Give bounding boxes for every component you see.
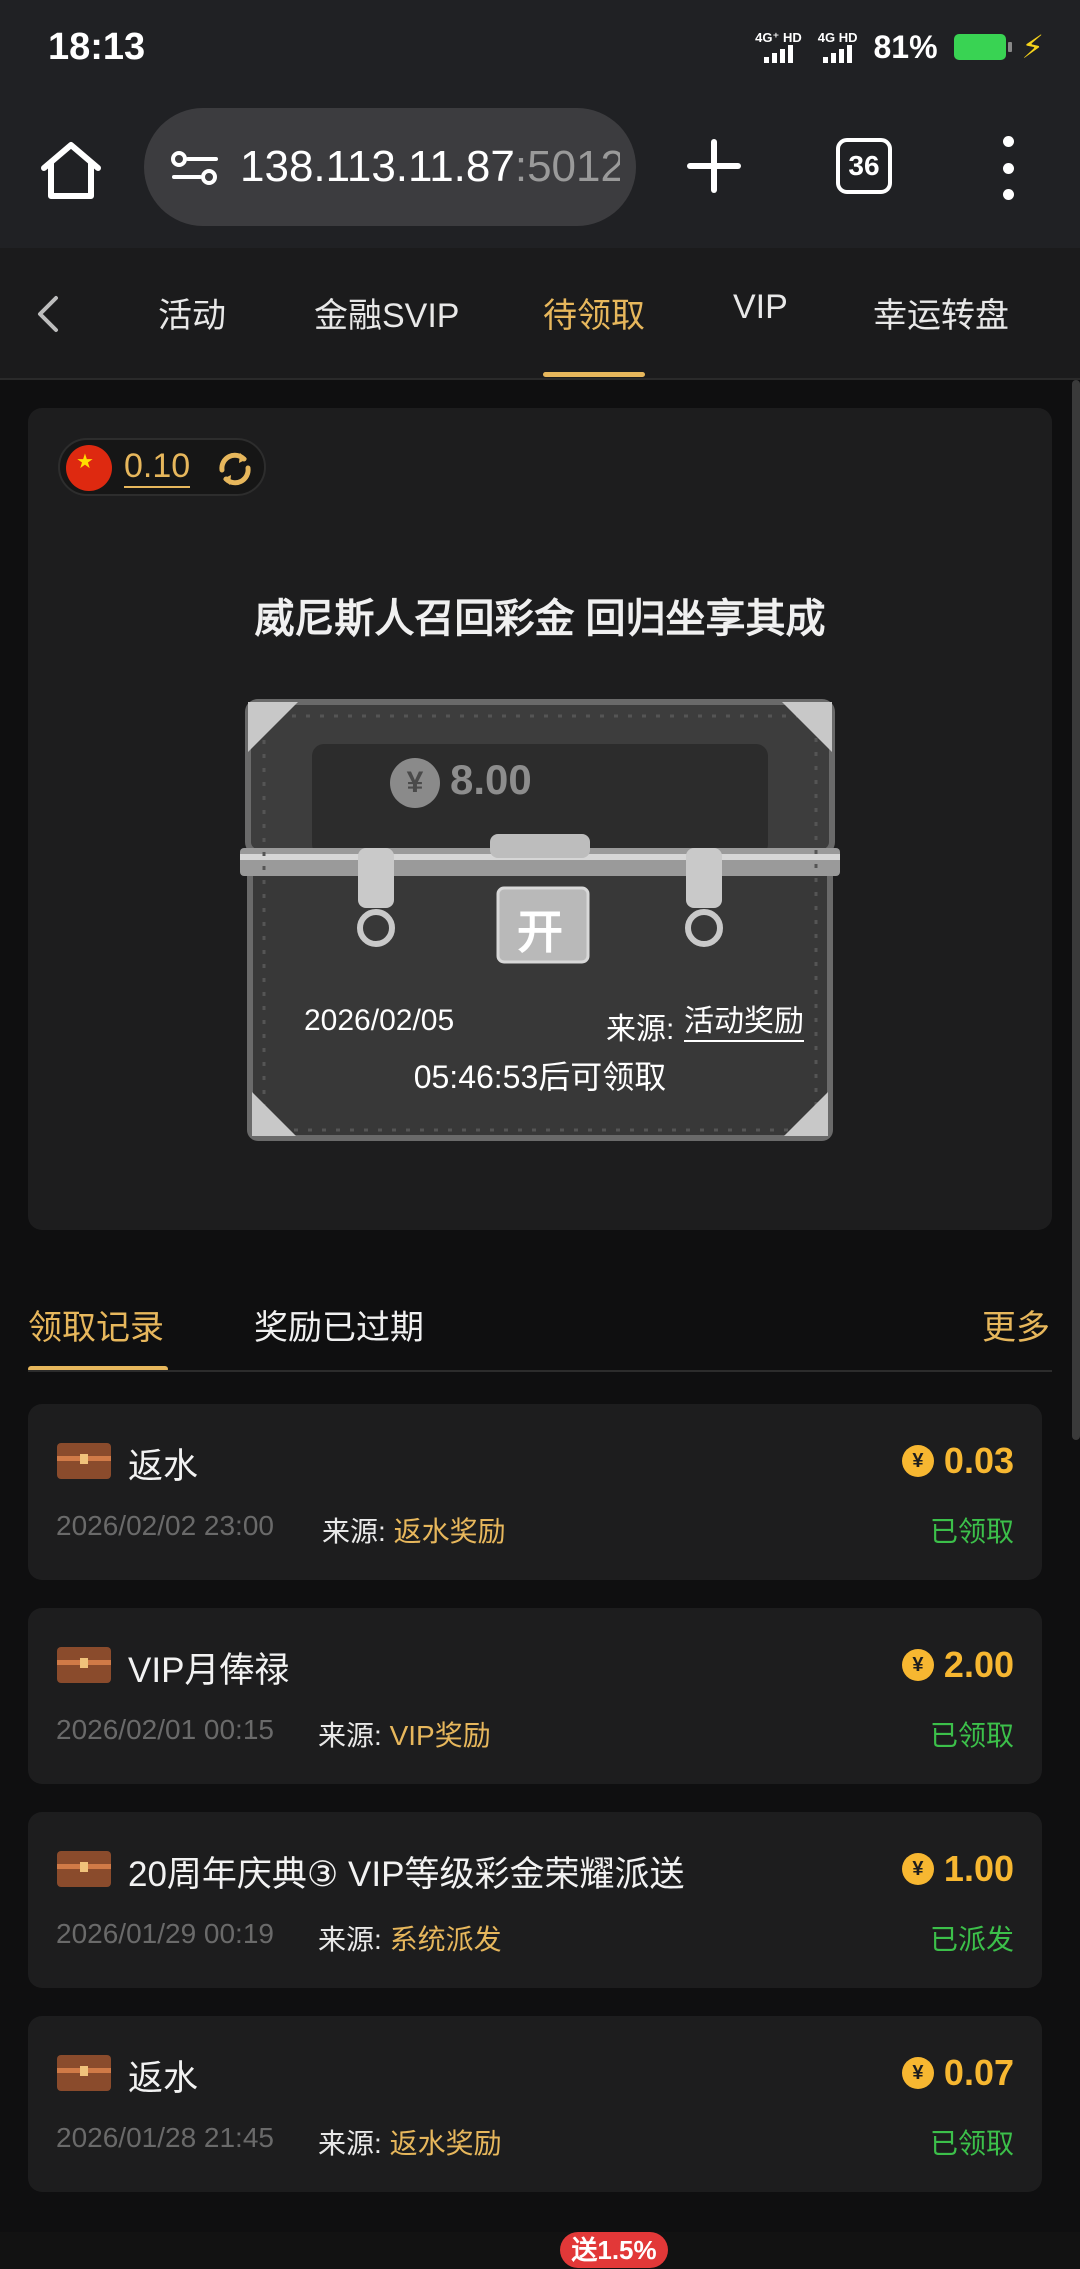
record-amount-value: 0.07: [943, 2052, 1014, 2093]
record-date: 2026/01/28 21:45: [56, 2122, 274, 2153]
promo-title: 威尼斯人召回彩金 回归坐享其成: [254, 597, 826, 641]
record-date: 2026/02/01 00:15: [56, 1714, 274, 1745]
record-item[interactable]: 20周年庆典③ VIP等级彩金荣耀派送 2026/01/29 00:19 来源:…: [28, 1812, 1042, 1988]
site-settings-icon[interactable]: [170, 150, 220, 186]
coin-icon: ¥: [901, 1649, 934, 1681]
new-tab-icon[interactable]: [686, 138, 742, 194]
record-status: 已领取: [929, 1516, 1014, 1547]
url-host: 138.113.11.87: [240, 142, 515, 191]
home-icon[interactable]: [38, 138, 104, 204]
treasure-chest[interactable]: ¥ 8.00 开 2026/02/05 来源: 活动奖励 05:46:53后可领…: [240, 692, 840, 1152]
network-label-1: 4G⁺ HD: [755, 30, 802, 45]
bottom-navigation: 送1.5%: [0, 2232, 1080, 2269]
reward-card: ★ 0.10 威尼斯人召回彩金 回归坐享其成 ¥ 8.00 开 2026/02/…: [28, 408, 1052, 1230]
record-item[interactable]: 返水 2026/02/02 23:00 来源: 返水奖励 ¥0.03 已领取: [28, 1404, 1042, 1580]
back-chevron-icon[interactable]: [30, 294, 66, 334]
tab-claim-history[interactable]: 领取记录: [28, 1300, 164, 1349]
record-item[interactable]: 返水 2026/01/28 21:45 来源: 返水奖励 ¥0.07 已领取: [28, 2016, 1042, 2192]
record-amount: ¥0.07: [901, 2052, 1014, 2094]
chest-amount: 8.00: [450, 756, 532, 803]
more-link[interactable]: 更多: [982, 1300, 1050, 1349]
record-amount: ¥0.03: [901, 1440, 1014, 1482]
record-source-label: 来源:: [318, 1924, 382, 1955]
coin-icon: ¥: [901, 1853, 934, 1885]
record-amount-value: 2.00: [943, 1644, 1014, 1685]
chest-icon: [57, 1443, 111, 1479]
claim-countdown: 05:46:53后可领取: [413, 1059, 667, 1095]
record-source: 来源: 系统派发: [318, 1918, 502, 1958]
record-source-label: 来源:: [318, 2128, 382, 2159]
status-bar: 18:13 4G⁺ HD 4G HD 81% ⚡: [0, 0, 1080, 100]
tab-vip[interactable]: VIP: [733, 288, 788, 327]
address-bar[interactable]: 138.113.11.87:5012/: [144, 108, 636, 226]
record-source-label: 来源:: [322, 1516, 386, 1547]
record-source-value: VIP奖励: [389, 1720, 491, 1751]
record-item[interactable]: VIP月俸禄 2026/02/01 00:15 来源: VIP奖励 ¥2.00 …: [28, 1608, 1042, 1784]
chest-icon: [57, 1851, 111, 1887]
chest-icon: [57, 1647, 111, 1683]
records-divider: [28, 1370, 1052, 1372]
tab-expired-rewards[interactable]: 奖励已过期: [254, 1300, 424, 1349]
url-port: :5012/: [514, 142, 620, 191]
chest-currency-icon: ¥: [390, 758, 440, 808]
record-amount-value: 1.00: [943, 1848, 1014, 1889]
record-source: 来源: 返水奖励: [318, 2122, 502, 2162]
record-status: 已派发: [929, 1924, 1014, 1955]
record-title: 20周年庆典③ VIP等级彩金荣耀派送: [128, 1855, 685, 1894]
category-tabs: 活动 金融SVIP 待领取 VIP 幸运转盘: [0, 248, 1080, 380]
balance-pill[interactable]: ★ 0.10: [58, 438, 266, 496]
page-scrollbar[interactable]: [1072, 380, 1080, 1440]
charging-icon: ⚡: [1021, 29, 1044, 65]
refresh-icon[interactable]: [214, 448, 256, 490]
chest-source-link[interactable]: 活动奖励: [684, 1004, 804, 1042]
record-date: 2026/02/02 23:00: [56, 1510, 274, 1541]
more-menu-icon[interactable]: [996, 136, 1020, 200]
battery-icon: [953, 34, 1012, 60]
record-amount: ¥2.00: [901, 1644, 1014, 1686]
tab-switcher-button[interactable]: 36: [836, 138, 892, 194]
coin-icon: ¥: [901, 2057, 934, 2089]
record-status: 已领取: [929, 1720, 1014, 1751]
record-amount: ¥1.00: [901, 1848, 1014, 1890]
record-source-label: 来源:: [318, 1720, 382, 1751]
open-chest-button[interactable]: 开: [498, 896, 582, 962]
tab-activity[interactable]: 活动: [158, 288, 226, 337]
record-title: 返水: [128, 1447, 199, 1486]
record-source-value: 系统派发: [389, 1924, 502, 1955]
record-source-value: 返水奖励: [393, 1516, 506, 1547]
tab-lucky-wheel[interactable]: 幸运转盘: [873, 288, 1009, 337]
record-status: 已领取: [929, 2128, 1014, 2159]
record-title: VIP月俸禄: [128, 1651, 290, 1690]
signal-icon: 4G⁺ HD: [755, 31, 802, 63]
active-tab-indicator: [543, 372, 645, 377]
url-text[interactable]: 138.113.11.87:5012/: [240, 142, 620, 192]
promo-badge[interactable]: 送1.5%: [560, 2232, 668, 2268]
battery-percent: 81%: [873, 28, 938, 65]
status-indicators: 4G⁺ HD 4G HD 81% ⚡: [755, 28, 1044, 66]
status-time: 18:13: [48, 26, 146, 68]
chest-source-label: 来源:: [606, 1013, 675, 1046]
browser-toolbar: 138.113.11.87:5012/ 36: [0, 100, 1080, 248]
coin-icon: ¥: [901, 1445, 934, 1477]
tab-pending[interactable]: 待领取: [543, 288, 645, 337]
record-amount-value: 0.03: [943, 1440, 1014, 1481]
network-label-2: 4G HD: [817, 30, 858, 45]
record-source-value: 返水奖励: [389, 2128, 502, 2159]
signal-icon-2: 4G HD: [817, 30, 858, 63]
tab-finance-svip[interactable]: 金融SVIP: [314, 288, 459, 337]
chest-icon: [57, 2055, 111, 2091]
record-title: 返水: [128, 2059, 199, 2098]
record-source: 来源: VIP奖励: [318, 1714, 491, 1754]
records-tabs: 领取记录 奖励已过期 更多: [0, 1270, 1080, 1374]
chest-date: 2026/02/05: [304, 1004, 455, 1037]
record-source: 来源: 返水奖励: [322, 1510, 506, 1550]
balance-value: 0.10: [124, 446, 191, 488]
record-date: 2026/01/29 00:19: [56, 1918, 274, 1949]
china-flag-icon: ★: [66, 445, 112, 491]
